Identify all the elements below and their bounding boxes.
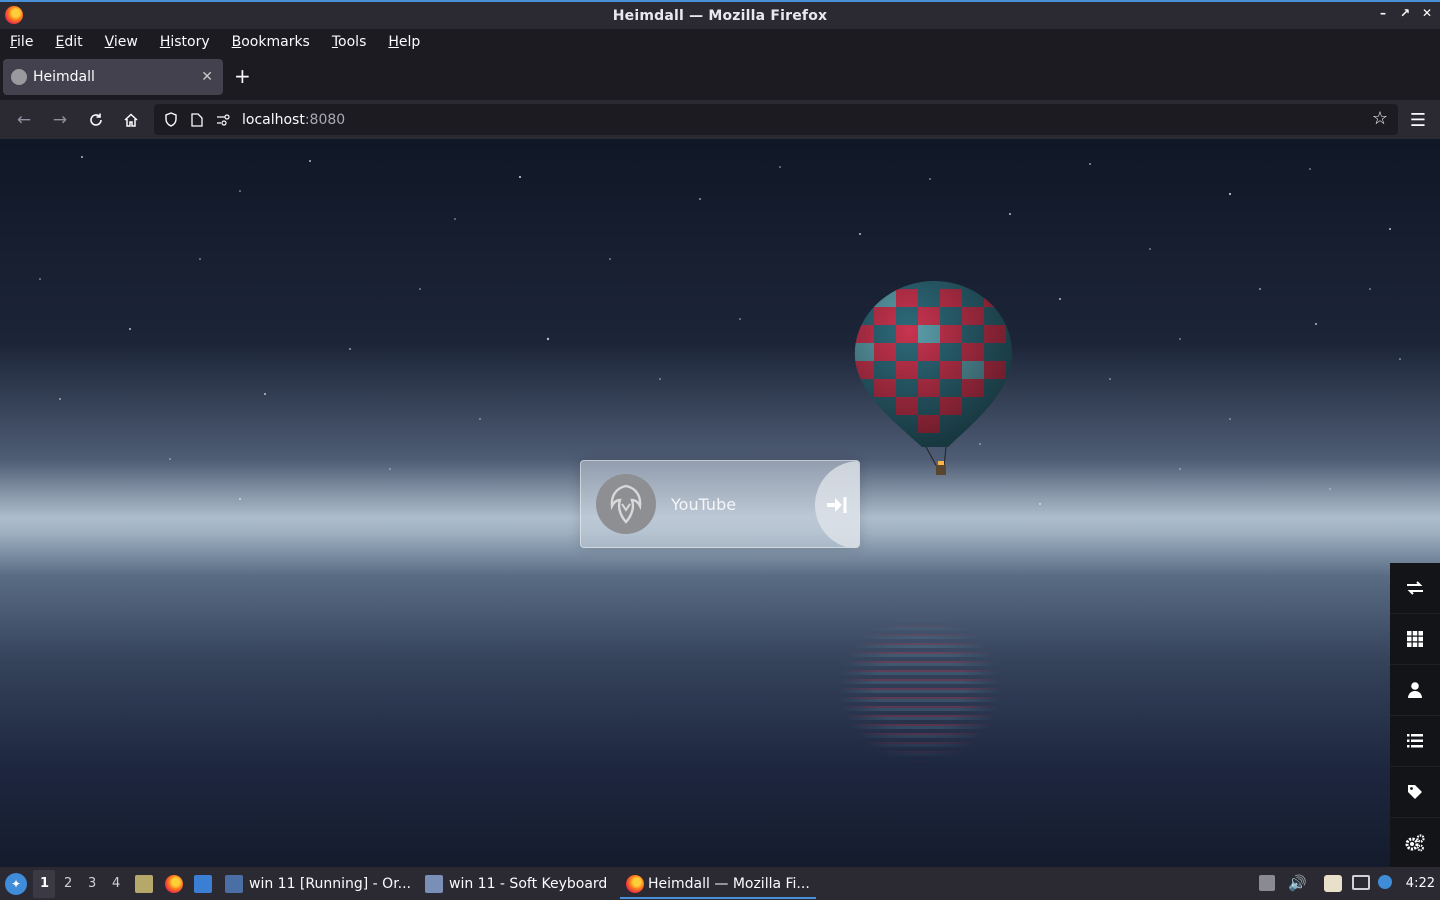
- tags-button[interactable]: [1390, 767, 1440, 818]
- firefox-logo-icon: [5, 6, 23, 24]
- arrow-right-to-bracket-icon: [827, 497, 847, 513]
- url-host: localhost: [242, 111, 305, 128]
- heimdall-favicon-icon: [11, 69, 27, 85]
- network-icon[interactable]: [1352, 875, 1370, 890]
- menu-tools[interactable]: Tools: [332, 34, 367, 50]
- reload-button[interactable]: [85, 109, 107, 131]
- app-tile-open-button[interactable]: [815, 461, 859, 547]
- window-title: Heimdall — Mozilla Firefox: [612, 7, 828, 24]
- tab-strip: Heimdall ✕ +: [0, 54, 1440, 100]
- app-menu-button[interactable]: ☰: [1410, 110, 1426, 131]
- page-content: YouTube: [0, 139, 1440, 867]
- task-soft-keyboard[interactable]: win 11 - Soft Keyboard: [449, 876, 607, 892]
- firefox-launcher-icon[interactable]: [165, 875, 183, 893]
- users-button[interactable]: [1390, 665, 1440, 716]
- user-icon: [1408, 682, 1422, 698]
- menu-file[interactable]: File: [10, 34, 33, 50]
- task-virtualbox[interactable]: win 11 [Running] - Or...: [249, 876, 411, 892]
- shield-icon[interactable]: [160, 109, 182, 131]
- grid-icon: [1407, 631, 1423, 647]
- reload-icon: [90, 113, 102, 126]
- notification-icon[interactable]: [1378, 875, 1392, 889]
- workspace-1[interactable]: 1: [40, 876, 49, 891]
- bookmark-star-icon[interactable]: ☆: [1372, 108, 1388, 129]
- new-tab-button[interactable]: +: [234, 66, 251, 86]
- switch-view-button[interactable]: [1390, 563, 1440, 614]
- url-bar[interactable]: localhost:8080 ☆: [154, 104, 1398, 135]
- items-list-button[interactable]: [1390, 716, 1440, 767]
- menu-edit[interactable]: Edit: [55, 34, 82, 50]
- tab-heimdall[interactable]: Heimdall ✕: [3, 59, 223, 95]
- heimdall-sidebar: [1390, 563, 1440, 867]
- back-button[interactable]: ←: [13, 109, 35, 131]
- tab-title: Heimdall: [33, 69, 95, 85]
- settings-button[interactable]: [1390, 818, 1440, 867]
- home-icon: [124, 113, 138, 127]
- heimdall-logo-icon: [596, 474, 656, 534]
- tag-icon: [1408, 785, 1422, 799]
- task-firefox[interactable]: Heimdall — Mozilla Fi...: [648, 876, 810, 892]
- home-button[interactable]: [120, 109, 142, 131]
- menu-help[interactable]: Help: [388, 34, 420, 50]
- list-icon: [1407, 734, 1423, 748]
- desktop-icon[interactable]: [194, 875, 212, 893]
- menu-view[interactable]: View: [105, 34, 138, 50]
- close-tab-icon[interactable]: ✕: [201, 69, 213, 85]
- balloon-reflection: [810, 589, 1030, 789]
- keyboard-icon: [425, 875, 443, 893]
- menu-bar: File Edit View History Bookmarks Tools H…: [0, 29, 1440, 54]
- navigation-toolbar: ← → localhost:8080 ☆ ☰: [0, 100, 1440, 139]
- file-manager-icon[interactable]: [135, 875, 153, 893]
- permissions-icon[interactable]: [212, 109, 234, 131]
- exchange-icon: [1407, 581, 1423, 595]
- virtualbox-icon: [225, 875, 243, 893]
- applications-button[interactable]: [1390, 614, 1440, 665]
- menu-history[interactable]: History: [160, 34, 210, 50]
- app-tile-youtube[interactable]: YouTube: [580, 460, 860, 548]
- forward-button[interactable]: →: [49, 109, 71, 131]
- window-titlebar: Heimdall — Mozilla Firefox – ↗ ✕: [0, 0, 1440, 29]
- url-port: :8080: [304, 111, 346, 128]
- hot-air-balloon-image: [854, 281, 1013, 475]
- maximize-button[interactable]: ↗: [1398, 6, 1412, 20]
- volume-icon[interactable]: 🔊: [1288, 874, 1307, 892]
- firefox-task-icon: [626, 875, 644, 893]
- system-taskbar: ✦ 1 2 3 4 win 11 [Running] - Or... win 1…: [0, 867, 1440, 900]
- minimize-button[interactable]: –: [1376, 6, 1390, 20]
- cogs-icon: [1405, 834, 1425, 852]
- page-info-icon[interactable]: [186, 109, 208, 131]
- tray-arrow-icon[interactable]: [1259, 875, 1275, 891]
- clipboard-icon[interactable]: [1324, 875, 1342, 892]
- start-menu-icon[interactable]: ✦: [5, 873, 27, 895]
- menu-bookmarks[interactable]: Bookmarks: [232, 34, 310, 50]
- workspace-3[interactable]: 3: [88, 876, 96, 891]
- clock: 4:22: [1405, 876, 1435, 891]
- close-window-button[interactable]: ✕: [1420, 6, 1434, 20]
- workspace-4[interactable]: 4: [112, 876, 120, 891]
- workspace-2[interactable]: 2: [64, 876, 72, 891]
